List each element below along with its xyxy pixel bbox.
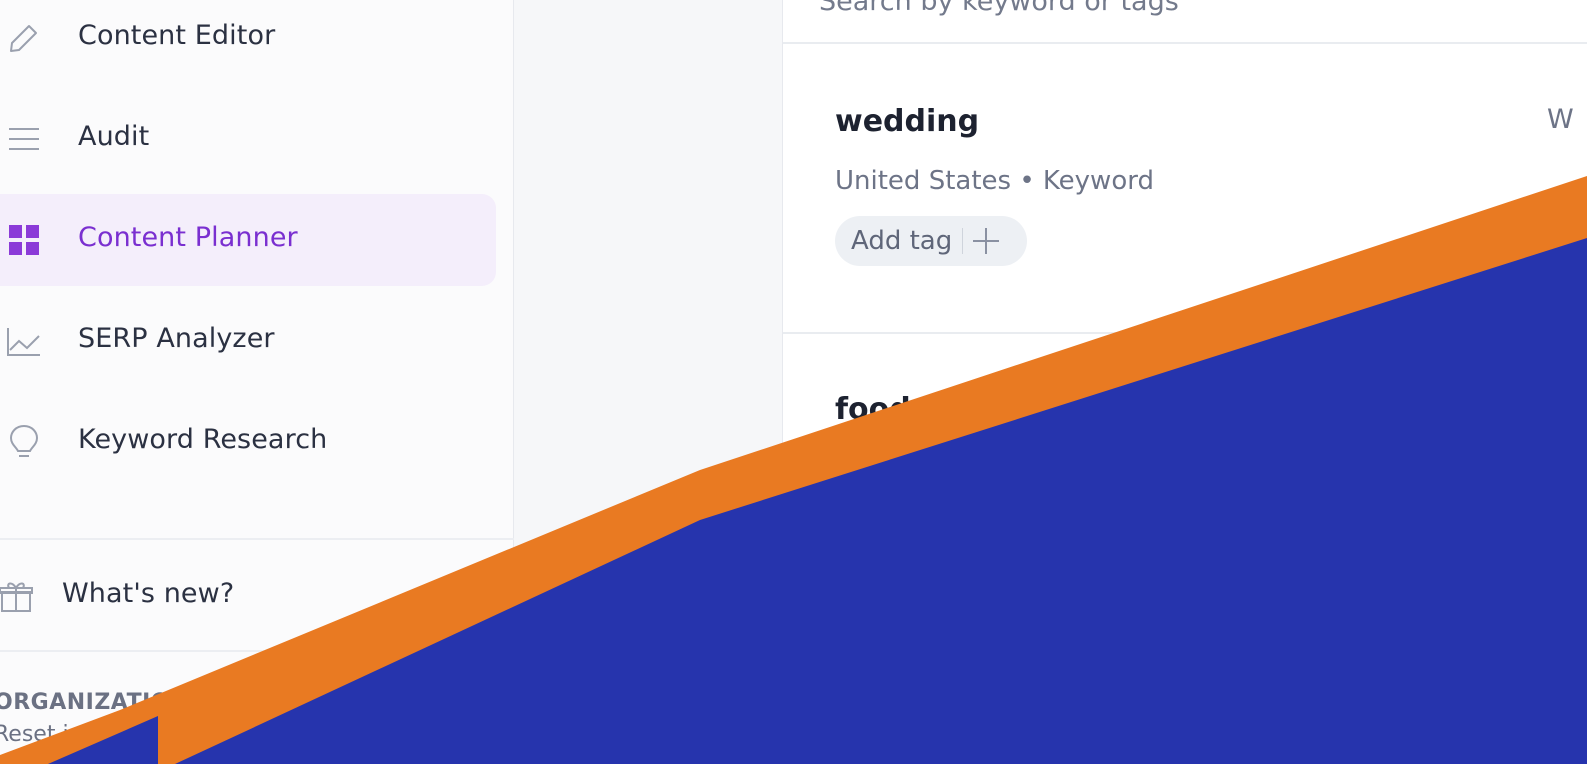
whats-new-link[interactable]: What's new? — [0, 560, 496, 632]
add-tag-label: Add tag — [851, 226, 953, 256]
sidebar-divider — [0, 650, 514, 652]
menu-lines-icon — [6, 121, 42, 157]
search-input[interactable]: Search by keyword or tags — [819, 0, 1179, 17]
sidebar-item-audit[interactable]: Audit — [0, 93, 496, 185]
sidebar-item-content-planner[interactable]: Content Planner — [0, 194, 496, 286]
keyword-title: food — [835, 392, 911, 427]
organization-reset-text: Reset in 1 — [0, 722, 104, 747]
line-chart-icon — [6, 323, 42, 359]
list-divider — [783, 332, 1587, 334]
sidebar-item-serp-analyzer[interactable]: SERP Analyzer — [0, 295, 496, 387]
sidebar-item-label: Keyword Research — [78, 424, 328, 455]
gift-icon — [0, 578, 34, 614]
pencil-icon — [6, 20, 42, 56]
search-divider — [783, 42, 1587, 44]
chip-separator — [962, 228, 964, 254]
sidebar-item-content-editor[interactable]: Content Editor — [0, 0, 496, 84]
keyword-list-panel: Search by keyword or tags wedding United… — [782, 0, 1587, 764]
whats-new-label: What's new? — [62, 578, 235, 609]
grid-icon — [6, 222, 42, 258]
sidebar-item-label: Content Planner — [78, 222, 298, 253]
add-tag-button[interactable]: Add tag — [835, 216, 1027, 266]
sidebar-item-label: Content Editor — [78, 20, 276, 51]
sidebar-item-label: Audit — [78, 121, 150, 152]
keyword-title: wedding — [835, 104, 980, 139]
organization-title: ORGANIZATION C — [0, 690, 214, 715]
sidebar: Content Editor Audit Content Planner SER… — [0, 0, 514, 764]
keyword-right-text: W — [1547, 104, 1574, 135]
app-screen: Content Editor Audit Content Planner SER… — [0, 0, 1587, 764]
sidebar-divider — [0, 538, 514, 540]
sidebar-item-label: SERP Analyzer — [78, 323, 275, 354]
sidebar-item-keyword-research[interactable]: Keyword Research — [0, 396, 496, 488]
keyword-meta: United States • Keyword — [835, 166, 1154, 196]
plus-icon — [973, 228, 1000, 254]
lightbulb-icon — [6, 424, 42, 460]
